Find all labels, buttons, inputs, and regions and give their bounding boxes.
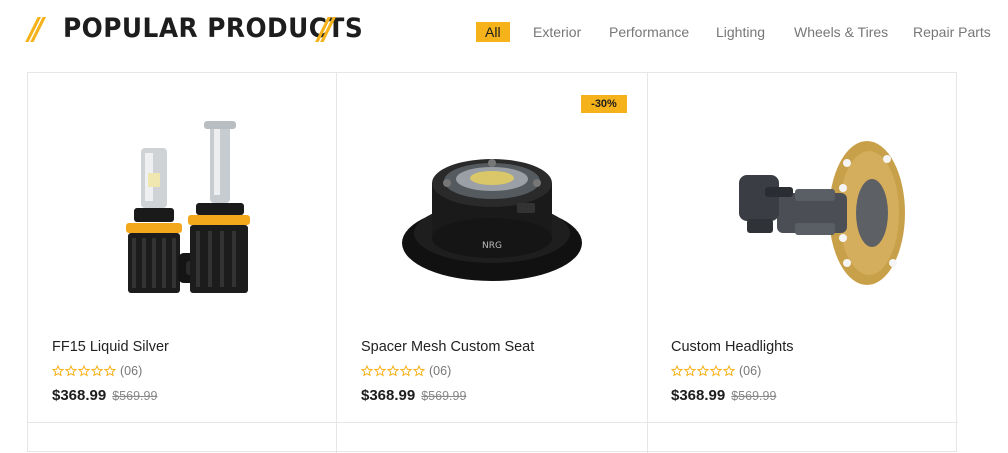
product-card[interactable]: -30% NRG Spacer Mesh Custom Seat (06) $3… <box>337 73 647 422</box>
star-outline-icon <box>413 364 425 377</box>
rating-stars <box>671 362 736 380</box>
product-price: $368.99 $569.99 <box>52 387 157 405</box>
star-outline-icon <box>78 364 90 377</box>
current-price: $368.99 <box>361 387 416 404</box>
current-price: $368.99 <box>671 387 726 404</box>
star-outline-icon <box>723 364 735 377</box>
old-price: $569.99 <box>731 389 777 403</box>
star-outline-icon <box>400 364 412 377</box>
rating-stars <box>52 362 117 380</box>
tab-exterior[interactable]: Exterior <box>533 22 581 42</box>
steering-hub-adapter-icon <box>739 141 905 285</box>
product-price: $368.99 $569.99 <box>361 387 466 405</box>
product-price: $368.99 $569.99 <box>671 387 776 405</box>
product-rating: (06) <box>671 362 761 378</box>
star-outline-icon <box>374 364 386 377</box>
product-image[interactable]: NRG <box>337 93 647 333</box>
star-outline-icon <box>104 364 116 377</box>
product-name[interactable]: Spacer Mesh Custom Seat <box>361 339 534 355</box>
product-rating: (06) <box>361 362 451 378</box>
star-outline-icon <box>710 364 722 377</box>
current-price: $368.99 <box>52 387 107 404</box>
product-card[interactable]: FF15 Liquid Silver (06) $368.99 $569.99 <box>28 73 338 422</box>
star-outline-icon <box>671 364 683 377</box>
star-outline-icon <box>91 364 103 377</box>
headlight-bulb-icon <box>126 121 250 293</box>
tab-all[interactable]: All <box>476 22 510 42</box>
product-image[interactable] <box>647 93 957 333</box>
star-outline-icon <box>387 364 399 377</box>
star-outline-icon <box>697 364 709 377</box>
old-price: $569.99 <box>421 389 467 403</box>
product-image[interactable] <box>28 93 338 333</box>
category-tabs: All Exterior Performance Lighting Wheels… <box>0 22 1008 42</box>
tab-performance[interactable]: Performance <box>609 22 689 42</box>
old-price: $569.99 <box>112 389 158 403</box>
svg-text:NRG: NRG <box>482 241 502 251</box>
product-rating: (06) <box>52 362 142 378</box>
product-card[interactable]: Custom Headlights (06) $368.99 $569.99 <box>647 73 957 422</box>
product-grid: FF15 Liquid Silver (06) $368.99 $569.99 -… <box>27 72 958 453</box>
tab-repair-parts[interactable]: Repair Parts <box>913 22 991 42</box>
star-outline-icon <box>361 364 373 377</box>
product-name[interactable]: FF15 Liquid Silver <box>52 339 169 355</box>
star-outline-icon <box>65 364 77 377</box>
product-name[interactable]: Custom Headlights <box>671 339 794 355</box>
rating-stars <box>361 362 426 380</box>
rating-count: (06) <box>120 364 143 378</box>
quick-release-hub-icon: NRG <box>402 159 582 281</box>
star-outline-icon <box>684 364 696 377</box>
star-outline-icon <box>52 364 64 377</box>
rating-count: (06) <box>429 364 452 378</box>
grid-divider <box>28 422 958 423</box>
tab-lighting[interactable]: Lighting <box>716 22 765 42</box>
tab-wheels-tires[interactable]: Wheels & Tires <box>794 22 888 42</box>
rating-count: (06) <box>739 364 762 378</box>
